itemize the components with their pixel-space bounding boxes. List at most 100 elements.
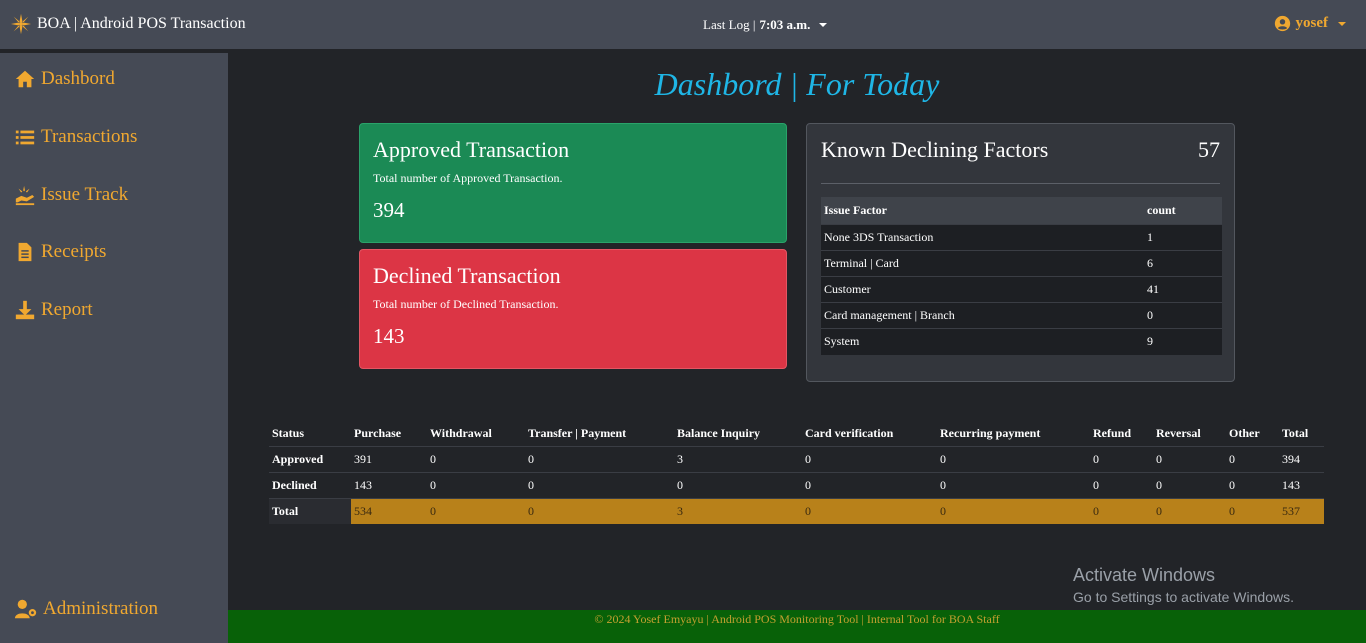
username: yosef (1295, 15, 1329, 31)
sidebar-item-dashboard[interactable]: Dashbord (14, 68, 115, 90)
table-cell: 0 (937, 445, 1090, 472)
column-header: Total (1282, 425, 1309, 440)
table-cell: 394 (1279, 445, 1324, 472)
table-cell: Card management | Branch (821, 302, 1144, 329)
table-total-row: Total 534 0 0 3 0 0 0 0 0 537 (269, 497, 1324, 524)
table-cell: 1 (1144, 224, 1222, 251)
sidebar-item-issue-track[interactable]: Issue Track (14, 184, 128, 206)
card-title: Approved Transaction (373, 137, 570, 162)
factors-table: Issue Factor count None 3DS Transaction … (821, 197, 1222, 355)
column-header: Recurring payment (940, 425, 1041, 440)
table-cell: 0 (1153, 471, 1226, 498)
column-header: Issue Factor (821, 197, 1144, 225)
table-cell: Customer (821, 276, 1144, 303)
home-icon (15, 70, 35, 88)
app-title: BOA | Android POS Transaction (37, 15, 246, 32)
caret-down-icon (819, 23, 828, 27)
page-title: Dashbord | For Today (654, 66, 940, 102)
column-header: Other (1229, 425, 1260, 440)
table-cell: 0 (937, 497, 1090, 524)
brand-link[interactable]: BOA | Android POS Transaction (10, 13, 246, 35)
user-key-icon (14, 599, 37, 619)
column-header: count (1144, 197, 1222, 225)
last-log-time: 7:03 a.m. (759, 17, 811, 32)
table-row: Customer 41 (821, 276, 1222, 303)
table-cell: 0 (1153, 497, 1226, 524)
declining-factors-card: Known Declining Factors 57 Issue Factor … (806, 123, 1235, 382)
watermark-title: Activate Windows (1073, 565, 1216, 585)
sidebar-item-label: Receipts (41, 241, 107, 262)
table-cell: 0 (802, 445, 937, 472)
table-cell: 0 (1153, 445, 1226, 472)
table-cell: 0 (427, 497, 525, 524)
sidebar-item-label: Transactions (41, 126, 138, 147)
row-header: Declined (269, 471, 351, 498)
top-navbar: BOA | Android POS Transaction Last Log |… (0, 0, 1366, 49)
table-cell: 0 (525, 445, 674, 472)
table-cell: 537 (1279, 497, 1324, 524)
table-cell: 0 (1144, 302, 1222, 329)
card-subtitle: Total number of Declined Transaction. (373, 297, 559, 311)
table-cell: None 3DS Transaction (821, 224, 1144, 251)
sidebar-item-label: Issue Track (41, 184, 129, 205)
card-title: Declined Transaction (373, 263, 561, 288)
row-header: Approved (269, 445, 351, 472)
table-cell: 0 (1090, 445, 1153, 472)
transaction-summary-table: Status Purchase Withdrawal Transfer | Pa… (269, 420, 1324, 524)
table-row: Terminal | Card 6 (821, 250, 1222, 277)
hand-sparkle-icon (15, 185, 35, 206)
last-log-dropdown[interactable]: Last Log | 7:03 a.m. (703, 17, 828, 33)
card-subtitle: Total number of Approved Transaction. (373, 171, 563, 185)
table-cell: Terminal | Card (821, 250, 1144, 277)
table-cell: 0 (674, 471, 802, 498)
caret-down-icon (1338, 21, 1346, 26)
table-row: Declined 143 0 0 0 0 0 0 0 0 143 (269, 471, 1324, 498)
footer: © 2024 Yosef Emyayu | Android POS Monito… (228, 610, 1366, 643)
receipt-icon (18, 242, 32, 262)
table-cell: 3 (674, 445, 802, 472)
table-cell: 41 (1144, 276, 1222, 303)
column-header: Status (272, 425, 305, 440)
factors-total: 57 (1198, 137, 1220, 162)
table-row: None 3DS Transaction 1 (821, 224, 1222, 251)
table-cell: 3 (674, 497, 802, 524)
table-cell: 0 (1226, 445, 1279, 472)
sidebar-item-report[interactable]: Report (14, 299, 93, 321)
table-cell: 6 (1144, 250, 1222, 277)
sidebar-item-transactions[interactable]: Transactions (14, 126, 137, 148)
watermark-subtitle: Go to Settings to activate Windows. (1073, 589, 1294, 605)
flower-logo-icon (10, 13, 32, 35)
sidebar-item-administration[interactable]: Administration (14, 598, 158, 620)
approved-transaction-card: Approved Transaction Total number of App… (359, 123, 787, 243)
user-menu[interactable]: yosef (1274, 15, 1346, 32)
windows-activation-watermark: Activate Windows Go to Settings to activ… (1073, 565, 1294, 605)
approved-count: 394 (373, 198, 405, 222)
table-cell: System (821, 328, 1144, 355)
column-header: Reversal (1156, 425, 1201, 440)
table-cell: 0 (525, 471, 674, 498)
declined-transaction-card: Declined Transaction Total number of Dec… (359, 249, 787, 369)
table-header-row: Status Purchase Withdrawal Transfer | Pa… (269, 420, 1324, 446)
table-cell: 0 (802, 497, 937, 524)
sidebar-item-label: Administration (43, 598, 159, 619)
declined-count: 143 (373, 324, 405, 348)
table-row: System 9 (821, 328, 1222, 355)
sidebar-item-label: Dashbord (41, 68, 115, 89)
divider (821, 183, 1220, 184)
download-icon (15, 300, 35, 320)
footer-text: © 2024 Yosef Emyayu | Android POS Monito… (594, 612, 1000, 626)
table-cell: 0 (802, 471, 937, 498)
column-header: Transfer | Payment (528, 425, 627, 440)
sidebar-item-label: Report (41, 299, 93, 320)
column-header: Card verification (805, 425, 894, 440)
table-cell: 0 (1090, 471, 1153, 498)
list-icon (15, 130, 35, 145)
table-cell: 0 (937, 471, 1090, 498)
column-header: Withdrawal (430, 425, 492, 440)
table-cell: 0 (427, 471, 525, 498)
table-row: Approved 391 0 0 3 0 0 0 0 0 394 (269, 445, 1324, 472)
table-cell: 0 (427, 445, 525, 472)
table-cell: 0 (1226, 497, 1279, 524)
table-cell: 9 (1144, 328, 1222, 355)
sidebar-item-receipts[interactable]: Receipts (14, 241, 106, 263)
